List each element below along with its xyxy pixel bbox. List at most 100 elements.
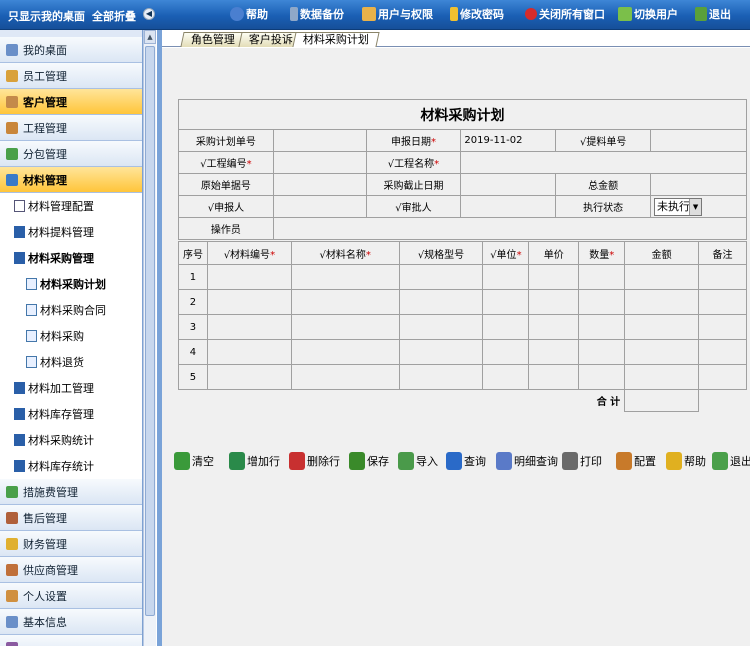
grid-cell[interactable] [290,364,400,390]
sidebar-sub-purchase[interactable]: 材料采购 [0,323,142,349]
project-no-label[interactable]: √工程编号* [178,151,274,174]
grid-cell[interactable] [578,289,626,315]
grid-cell[interactable] [482,364,530,390]
grid-cell[interactable] [482,339,530,365]
grid-cell[interactable] [398,339,484,365]
grid-cell[interactable] [698,314,747,340]
sidebar-sub-material-config[interactable]: 材料管理配置 [0,193,142,219]
report-date-field[interactable]: 2019-11-02 [460,129,557,152]
project-name-field[interactable] [460,151,747,174]
sidebar-sub-inventory-stats[interactable]: 材料库存统计 [0,453,142,479]
sidebar-sub-return[interactable]: 材料退货 [0,349,142,375]
top-menu-password[interactable]: 修改密码 [450,6,504,22]
grid-cell[interactable] [398,264,484,290]
print-button[interactable]: 打印 [562,452,602,470]
scrollbar-thumb[interactable] [145,46,155,616]
grid-cell[interactable] [206,339,292,365]
grid-header-cell[interactable]: √规格型号 [398,241,484,265]
sidebar-item-subcontract[interactable]: 分包管理 [0,141,142,167]
sidebar-item-aftersale[interactable]: 售后管理 [0,505,142,531]
grid-cell[interactable] [206,314,292,340]
grid-cell[interactable] [624,289,700,315]
sidebar-item-material[interactable]: 材料管理 [0,167,142,193]
grid-cell[interactable] [624,364,700,390]
project-no-field[interactable] [272,151,367,174]
sidebar-item-supplier[interactable]: 供应商管理 [0,557,142,583]
top-menu-help[interactable]: 帮助 [230,6,268,22]
sidebar-sub-inventory[interactable]: 材料库存管理 [0,401,142,427]
sidebar-sub-purchase-stats[interactable]: 材料采购统计 [0,427,142,453]
grid-cell[interactable] [698,364,747,390]
detail-search-button[interactable]: 明细查询 [496,452,558,470]
dropdown-arrow-icon[interactable]: ▼ [689,198,702,215]
grid-cell[interactable] [698,264,747,290]
sidebar-item-measure[interactable]: 措施费管理 [0,479,142,505]
plan-no-field[interactable] [272,129,367,152]
sidebar-item-personal[interactable]: 个人设置 [0,583,142,609]
delete-row-button[interactable]: 删除行 [289,452,340,470]
sidebar-sub-material-pick[interactable]: 材料提料管理 [0,219,142,245]
scroll-up-icon[interactable]: ▲ [144,30,156,44]
grid-cell[interactable] [482,264,530,290]
grid-cell[interactable] [624,339,700,365]
pick-no-label[interactable]: √提料单号 [555,129,652,152]
grid-cell[interactable] [578,339,626,365]
grid-cell[interactable] [206,264,292,290]
import-button[interactable]: 导入 [398,452,438,470]
top-menu-users[interactable]: 用户与权限 [362,6,433,22]
grid-cell[interactable] [290,314,400,340]
config-button[interactable]: 配置 [616,452,656,470]
grid-cell[interactable] [398,314,484,340]
grid-cell[interactable] [624,314,700,340]
exec-status-select[interactable]: 未执行 ▼ [654,197,703,216]
grid-cell[interactable] [528,339,580,365]
sidebar-sub-processing[interactable]: 材料加工管理 [0,375,142,401]
collapse-sidebar-icon[interactable]: ◀ [143,8,155,20]
grid-cell[interactable] [290,289,400,315]
grid-cell[interactable] [290,339,400,365]
sidebar-sub-purchase-plan[interactable]: 材料采购计划 [0,271,142,297]
grid-cell[interactable] [482,314,530,340]
top-menu-close-all[interactable]: 关闭所有窗口 [525,6,605,22]
add-row-button[interactable]: 增加行 [229,452,280,470]
grid-cell[interactable] [528,264,580,290]
sidebar-item-partial[interactable] [0,635,142,646]
tab-purchase-plan[interactable]: 材料采购计划 [292,32,380,47]
pick-no-field[interactable] [650,129,747,152]
deadline-field[interactable] [460,173,557,196]
exit-button[interactable]: 退出 [712,452,750,470]
grid-cell[interactable] [528,364,580,390]
top-menu-switch-user[interactable]: 切换用户 [618,6,678,22]
grid-header-cell[interactable]: √单位* [482,241,530,265]
grid-cell[interactable] [290,264,400,290]
save-button[interactable]: 保存 [349,452,389,470]
sidebar-item-customer[interactable]: 客户管理 [0,89,142,115]
top-menu-backup[interactable]: 数据备份 [290,6,344,22]
sidebar-item-employee[interactable]: 员工管理 [0,63,142,89]
sidebar-sub-purchase-contract[interactable]: 材料采购合同 [0,297,142,323]
grid-cell[interactable] [578,314,626,340]
search-button[interactable]: 查询 [446,452,486,470]
show-desktop-link[interactable]: 只显示我的桌面 [8,8,85,24]
project-name-label[interactable]: √工程名称* [365,151,462,174]
grid-header-cell[interactable]: √材料编号* [206,241,292,265]
approver-field[interactable] [460,195,557,218]
grid-cell[interactable] [206,289,292,315]
grid-cell[interactable] [398,289,484,315]
grid-cell[interactable] [482,289,530,315]
sidebar-item-finance[interactable]: 财务管理 [0,531,142,557]
top-menu-exit[interactable]: 退出 [695,6,731,22]
sidebar-item-info[interactable]: 基本信息 [0,609,142,635]
tab-role-management[interactable]: 角色管理 [180,32,246,47]
sidebar-item-desktop[interactable]: 我的桌面 [0,37,142,63]
grid-cell[interactable] [528,289,580,315]
reporter-label[interactable]: √申报人 [178,195,274,218]
grid-header-cell[interactable]: √材料名称* [290,241,400,265]
grid-cell[interactable] [578,264,626,290]
grid-cell[interactable] [578,364,626,390]
sidebar-item-project[interactable]: 工程管理 [0,115,142,141]
grid-cell[interactable] [624,264,700,290]
grid-cell[interactable] [398,364,484,390]
help-button[interactable]: 帮助 [666,452,706,470]
clear-button[interactable]: 清空 [174,452,214,470]
